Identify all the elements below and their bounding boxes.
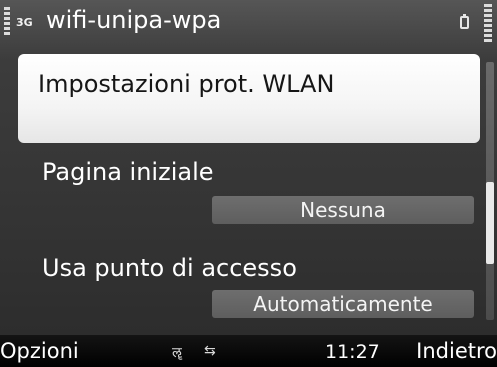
list-item-label: Usa punto di accesso	[42, 254, 297, 282]
page-title: wifi-unipa-wpa	[46, 6, 222, 34]
home-page-value[interactable]: Nessuna	[212, 196, 474, 224]
access-point-value-text: Automaticamente	[253, 292, 433, 316]
back-softkey[interactable]: Indietro	[416, 339, 497, 363]
phone-screen: 3G wifi-unipa-wpa Impostazioni prot. WLA…	[0, 0, 497, 367]
list-item-label: Impostazioni prot. WLAN	[38, 70, 335, 98]
status-bar: 3G wifi-unipa-wpa	[0, 0, 497, 52]
battery-icon	[460, 14, 469, 29]
list-item-use-access-point[interactable]: Usa punto di accesso Automaticamente	[18, 254, 480, 334]
home-page-value-text: Nessuna	[300, 198, 386, 222]
sync-icon: ⇆	[204, 343, 216, 359]
list-item-label: Pagina iniziale	[42, 158, 214, 186]
alarm-icon: ॡ	[172, 345, 182, 361]
signal-strength-icon	[4, 7, 10, 37]
scrollbar-thumb[interactable]	[486, 182, 494, 264]
network-type-label: 3G	[16, 16, 33, 29]
list-item-wlan-settings[interactable]: Impostazioni prot. WLAN	[18, 54, 480, 143]
list-item-home-page[interactable]: Pagina iniziale Nessuna	[18, 158, 480, 238]
softkey-bar: Opzioni ॡ ⇆ 11:27 Indietro	[0, 335, 497, 367]
battery-level-icon	[484, 4, 492, 44]
scrollbar[interactable]	[486, 62, 494, 320]
access-point-value[interactable]: Automaticamente	[212, 290, 474, 318]
options-softkey[interactable]: Opzioni	[0, 339, 79, 363]
clock: 11:27	[325, 341, 380, 363]
